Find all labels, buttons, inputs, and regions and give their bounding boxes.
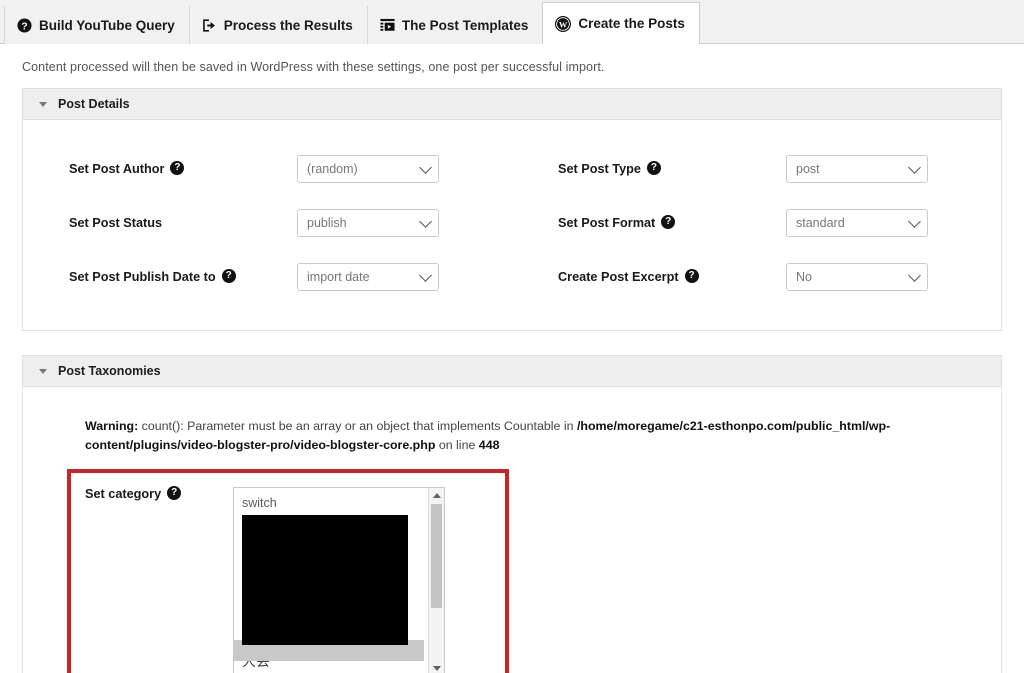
tab-build-youtube-query[interactable]: ? Build YouTube Query (4, 6, 189, 44)
wordpress-logo-icon: W (555, 15, 572, 32)
panel-title: Post Details (58, 97, 130, 111)
tab-process-the-results[interactable]: Process the Results (188, 6, 367, 44)
chevron-down-icon[interactable] (39, 102, 47, 107)
set-post-status-select[interactable]: publish (297, 209, 439, 237)
tab-label: Create the Posts (578, 16, 685, 31)
tab-the-post-templates[interactable]: The Post Templates (366, 6, 543, 44)
panel-title: Post Taxonomies (58, 364, 161, 378)
select-value: post (796, 162, 820, 176)
tab-bar: ? Build YouTube Query Process the Result… (0, 0, 1024, 44)
scroll-down-arrow-icon[interactable] (429, 661, 444, 673)
field-label: Set Post Publish Date to ? (69, 269, 297, 284)
field-set-post-author: Set Post Author ? (random) (23, 142, 512, 196)
set-post-format-select[interactable]: standard (786, 209, 928, 237)
field-label: Set Post Status (69, 216, 163, 230)
help-icon[interactable]: ? (661, 215, 676, 229)
chevron-down-icon (419, 214, 432, 228)
category-options-list[interactable]: switch 大会 (234, 488, 428, 673)
field-set-post-format: Set Post Format ? standard (512, 196, 1001, 250)
set-category-section: Set category ? switch 大会 (23, 469, 1001, 673)
chevron-down-icon[interactable] (39, 369, 47, 374)
panel-post-details-header[interactable]: Post Details (23, 89, 1001, 120)
listbox-scrollbar[interactable] (428, 488, 444, 673)
select-value: import date (307, 270, 370, 284)
tab-content-create-the-posts: Content processed will then be saved in … (0, 44, 1024, 673)
field-create-post-excerpt: Create Post Excerpt ? No (512, 250, 1001, 304)
field-label: Set Post Format ? (558, 215, 786, 230)
chevron-down-icon (908, 160, 921, 174)
tab-create-the-posts[interactable]: W Create the Posts (542, 2, 700, 44)
list-item[interactable]: switch (234, 493, 428, 514)
chevron-down-icon (419, 160, 432, 174)
panel-post-taxonomies-header[interactable]: Post Taxonomies (23, 356, 1001, 387)
panel-post-taxonomies-body: Warning: count(): Parameter must be an a… (23, 387, 1001, 673)
warning-suffix: on line (435, 438, 479, 453)
set-post-type-select[interactable]: post (786, 155, 928, 183)
warning-message: count(): Parameter must be an array or a… (138, 419, 577, 433)
svg-text:?: ? (21, 21, 27, 32)
help-icon[interactable]: ? (646, 161, 661, 175)
question-circle-icon: ? (17, 17, 32, 33)
select-value: (random) (307, 162, 358, 176)
warning-line-number: 448 (478, 438, 500, 453)
panel-post-taxonomies: Post Taxonomies Warning: count(): Parame… (22, 355, 1002, 673)
help-icon[interactable]: ? (167, 486, 182, 501)
create-post-excerpt-select[interactable]: No (786, 263, 928, 291)
help-icon[interactable]: ? (221, 269, 236, 283)
warning-prefix: Warning: (85, 419, 139, 433)
chevron-down-icon (908, 268, 921, 282)
scroll-up-arrow-icon[interactable] (429, 488, 444, 503)
select-value: publish (307, 216, 347, 230)
chevron-down-icon (908, 214, 921, 228)
field-label: Set Post Author ? (69, 161, 297, 176)
help-icon[interactable]: ? (170, 161, 185, 175)
set-post-author-select[interactable]: (random) (297, 155, 439, 183)
post-details-field-grid: Set Post Author ? (random) Set Post Type… (23, 142, 1001, 304)
field-set-post-publish-date: Set Post Publish Date to ? import date (23, 250, 512, 304)
export-arrow-icon (202, 18, 217, 33)
set-post-publish-date-select[interactable]: import date (297, 263, 439, 291)
template-list-icon (380, 18, 395, 33)
intro-text: Content processed will then be saved in … (22, 60, 605, 74)
set-category-listbox[interactable]: switch 大会 (233, 487, 445, 673)
tab-label: The Post Templates (401, 17, 529, 33)
field-set-post-status: Set Post Status publish (23, 196, 512, 250)
scrollbar-thumb[interactable] (431, 504, 442, 609)
chevron-down-icon (419, 268, 432, 282)
redacted-content-overlay (242, 515, 408, 646)
panel-post-details: Post Details Set Post Author ? (random) (22, 88, 1002, 331)
panel-post-details-body: Set Post Author ? (random) Set Post Type… (23, 120, 1001, 330)
help-icon[interactable]: ? (684, 269, 699, 283)
field-label: Create Post Excerpt ? (558, 269, 786, 284)
field-set-post-type: Set Post Type ? post (512, 142, 1001, 196)
tab-label: Build YouTube Query (39, 17, 175, 33)
php-warning-message: Warning: count(): Parameter must be an a… (23, 387, 1001, 455)
set-category-row: Set category ? switch 大会 (85, 469, 1001, 673)
select-value: standard (796, 216, 845, 230)
set-category-label: Set category ? (85, 486, 233, 501)
tab-label: Process the Results (223, 17, 353, 33)
field-label: Set Post Type ? (558, 161, 786, 176)
select-value: No (796, 270, 812, 284)
svg-text:W: W (559, 20, 568, 29)
